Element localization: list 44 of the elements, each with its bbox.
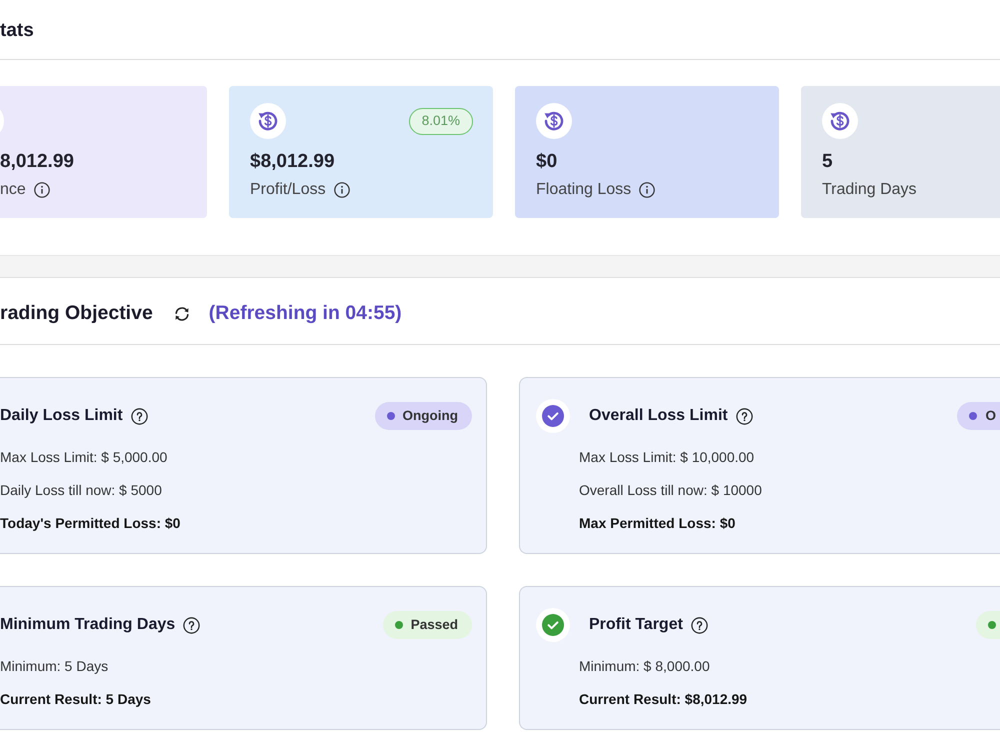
- section-title: tats: [0, 20, 34, 43]
- objective-detail: Minimum: 5 Days: [0, 657, 110, 676]
- status-dot-icon: [988, 621, 996, 629]
- dollar-icon: [536, 103, 572, 139]
- objective-detail: Overall Loss till now: $ 10000: [579, 481, 763, 500]
- status-dot-icon: [386, 412, 395, 420]
- stat-value: $0: [536, 151, 558, 173]
- refresh-icon[interactable]: [172, 305, 191, 323]
- dollar-icon: [822, 103, 858, 139]
- objective-detail: Minimum: $ 8,000.00: [579, 657, 711, 676]
- dollar-icon: [250, 103, 286, 139]
- objective-result: Current Result: $8,012.99: [579, 690, 748, 709]
- objective-result: Current Result: 5 Days: [0, 690, 152, 709]
- objective-title: Minimum Trading Days: [0, 615, 176, 635]
- help-icon[interactable]: [736, 408, 753, 424]
- stat-label: Profit/Loss: [250, 180, 326, 200]
- status-label: Passed: [410, 616, 458, 634]
- stat-value: 8,012.99: [0, 151, 75, 173]
- status-dot-icon: [394, 621, 403, 629]
- info-icon[interactable]: [334, 182, 350, 198]
- help-icon[interactable]: [183, 616, 200, 634]
- objective-result: Today's Permitted Loss: $0: [0, 514, 182, 533]
- section-title: rading Objective: [0, 302, 153, 326]
- stat-value: $8,012.99: [250, 151, 336, 173]
- status-label: O: [985, 406, 996, 425]
- info-icon[interactable]: [639, 182, 656, 198]
- objective-detail: Max Loss Limit: $ 10,000.00: [579, 448, 756, 467]
- change-badge: 8.01%: [408, 108, 473, 134]
- stat-label: Floating Loss: [536, 180, 632, 200]
- stat-label: nce: [0, 180, 26, 200]
- objective-title: Daily Loss Limit: [0, 406, 123, 426]
- refresh-countdown: (Refreshing in 04:55): [208, 301, 402, 326]
- info-icon[interactable]: [34, 182, 50, 198]
- status-label: Ongoing: [402, 406, 458, 425]
- objective-result: Max Permitted Loss: $0: [579, 514, 736, 533]
- status-dot-icon: [969, 412, 978, 420]
- objective-title: Overall Loss Limit: [589, 406, 728, 426]
- objective-detail: Daily Loss till now: $ 5000: [0, 481, 163, 500]
- stat-label: Trading Days: [822, 180, 917, 200]
- objective-title: Profit Target: [589, 615, 683, 635]
- help-icon[interactable]: [690, 616, 708, 634]
- help-icon[interactable]: [130, 408, 148, 424]
- stat-value: 5: [822, 151, 834, 173]
- objective-detail: Max Loss Limit: $ 5,000.00: [0, 448, 168, 467]
